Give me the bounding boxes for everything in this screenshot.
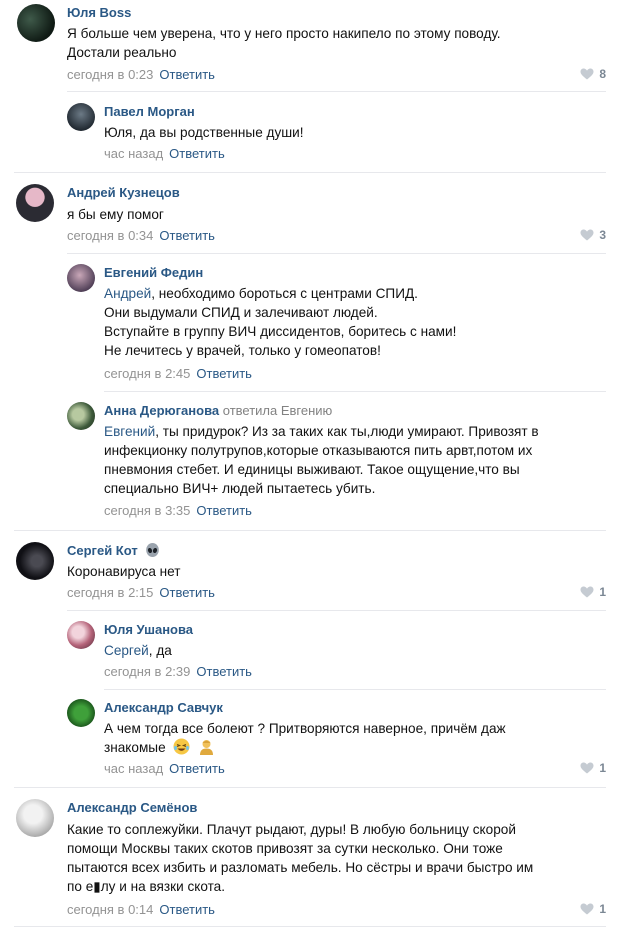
comment-meta: сегодня в 0:14 Ответить — [67, 902, 215, 917]
reply-link[interactable]: Ответить — [159, 67, 215, 82]
divider — [67, 610, 606, 611]
comment-text: Коронавируса нет — [67, 564, 181, 579]
comment-meta: сегодня в 0:34 Ответить — [67, 228, 215, 243]
avatar[interactable] — [16, 542, 54, 580]
heart-icon — [580, 762, 594, 774]
like-count: 1 — [599, 761, 606, 775]
comment-text: Андрей, необходимо бороться с центрами С… — [104, 286, 457, 358]
comment-time[interactable]: час назад — [104, 146, 163, 161]
comment-author[interactable]: Андрей Кузнецов — [67, 185, 180, 200]
reply-link[interactable]: Ответить — [159, 902, 215, 917]
comment-time[interactable]: сегодня в 3:35 — [104, 503, 190, 518]
comment-text: Какие то соплежуйки. Плачут рыдают, дуры… — [67, 822, 534, 894]
avatar[interactable] — [67, 699, 95, 727]
comment-meta: сегодня в 3:35 Ответить — [104, 503, 252, 518]
avatar[interactable] — [67, 103, 95, 131]
reply-link[interactable]: Ответить — [159, 228, 215, 243]
comment-time[interactable]: сегодня в 2:15 — [67, 585, 153, 600]
reply-link[interactable]: Ответить — [169, 146, 225, 161]
comment-text: Сергей, да — [104, 643, 172, 658]
divider — [67, 91, 606, 92]
comment-text: Я больше чем уверена, что у него просто … — [67, 26, 501, 60]
comment-author[interactable]: Анна Дерюганова ответила Евгению — [104, 403, 332, 418]
comment-text: А чем тогда все болеют ? Притворяются на… — [104, 721, 506, 755]
avatar[interactable] — [16, 799, 54, 837]
like-button[interactable]: 3 — [580, 228, 606, 242]
avatar[interactable] — [67, 264, 95, 292]
like-count: 1 — [599, 902, 606, 916]
comment-text: я бы ему помог — [67, 207, 164, 222]
mention-link[interactable]: Евгений — [104, 424, 155, 439]
divider — [14, 172, 606, 173]
comment-author[interactable]: Евгений Федин — [104, 265, 203, 280]
heart-icon — [580, 586, 594, 598]
comment-meta: час назад Ответить — [104, 146, 225, 161]
avatar[interactable] — [67, 402, 95, 430]
avatar[interactable] — [67, 621, 95, 649]
comment-text: Евгений, ты придурок? Из за таких как ты… — [104, 424, 539, 496]
mention-link[interactable]: Сергей — [104, 643, 149, 658]
like-button[interactable]: 8 — [580, 67, 606, 81]
like-button[interactable]: 1 — [580, 761, 606, 775]
person-emoji-icon — [200, 740, 214, 755]
comment-time[interactable]: сегодня в 0:14 — [67, 902, 153, 917]
comment-author[interactable]: Александр Савчук — [104, 700, 223, 715]
comment-time[interactable]: сегодня в 2:45 — [104, 366, 190, 381]
heart-icon — [580, 903, 594, 915]
like-count: 8 — [599, 67, 606, 81]
reply-link[interactable]: Ответить — [196, 503, 252, 518]
comment-meta: час назад Ответить — [104, 761, 225, 776]
comment-meta: сегодня в 2:45 Ответить — [104, 366, 252, 381]
like-count: 1 — [599, 585, 606, 599]
mention-link[interactable]: Андрей — [104, 286, 151, 301]
laughing-emoji-icon — [173, 738, 190, 755]
comment-text: Юля, да вы родственные души! — [104, 125, 304, 140]
divider — [67, 253, 606, 254]
comment-meta: сегодня в 2:15 Ответить — [67, 585, 215, 600]
like-button[interactable]: 1 — [580, 902, 606, 916]
comment-time[interactable]: сегодня в 2:39 — [104, 664, 190, 679]
comment-author[interactable]: Сергей Кот — [67, 543, 160, 558]
divider — [14, 787, 606, 788]
comment-author[interactable]: Юля Boss — [67, 5, 131, 20]
comment-author[interactable]: Юля Ушанова — [104, 622, 193, 637]
comment-author[interactable]: Павел Морган — [104, 104, 195, 119]
comment-author[interactable]: Александр Семёнов — [67, 800, 197, 815]
heart-icon — [580, 229, 594, 241]
avatar[interactable] — [17, 4, 55, 42]
divider — [14, 530, 606, 531]
comment-meta: сегодня в 2:39 Ответить — [104, 664, 252, 679]
comment-time[interactable]: сегодня в 0:34 — [67, 228, 153, 243]
reply-target[interactable]: ответила Евгению — [223, 403, 333, 418]
reply-link[interactable]: Ответить — [196, 366, 252, 381]
comment-time[interactable]: час назад — [104, 761, 163, 776]
comment-time[interactable]: сегодня в 0:23 — [67, 67, 153, 82]
avatar[interactable] — [16, 184, 54, 222]
divider — [104, 689, 606, 690]
alien-emoji-icon — [146, 543, 160, 557]
divider — [104, 391, 606, 392]
reply-link[interactable]: Ответить — [196, 664, 252, 679]
reply-link[interactable]: Ответить — [159, 585, 215, 600]
divider — [14, 926, 606, 927]
like-button[interactable]: 1 — [580, 585, 606, 599]
like-count: 3 — [599, 228, 606, 242]
heart-icon — [580, 68, 594, 80]
comment-meta: сегодня в 0:23 Ответить — [67, 67, 215, 82]
reply-link[interactable]: Ответить — [169, 761, 225, 776]
